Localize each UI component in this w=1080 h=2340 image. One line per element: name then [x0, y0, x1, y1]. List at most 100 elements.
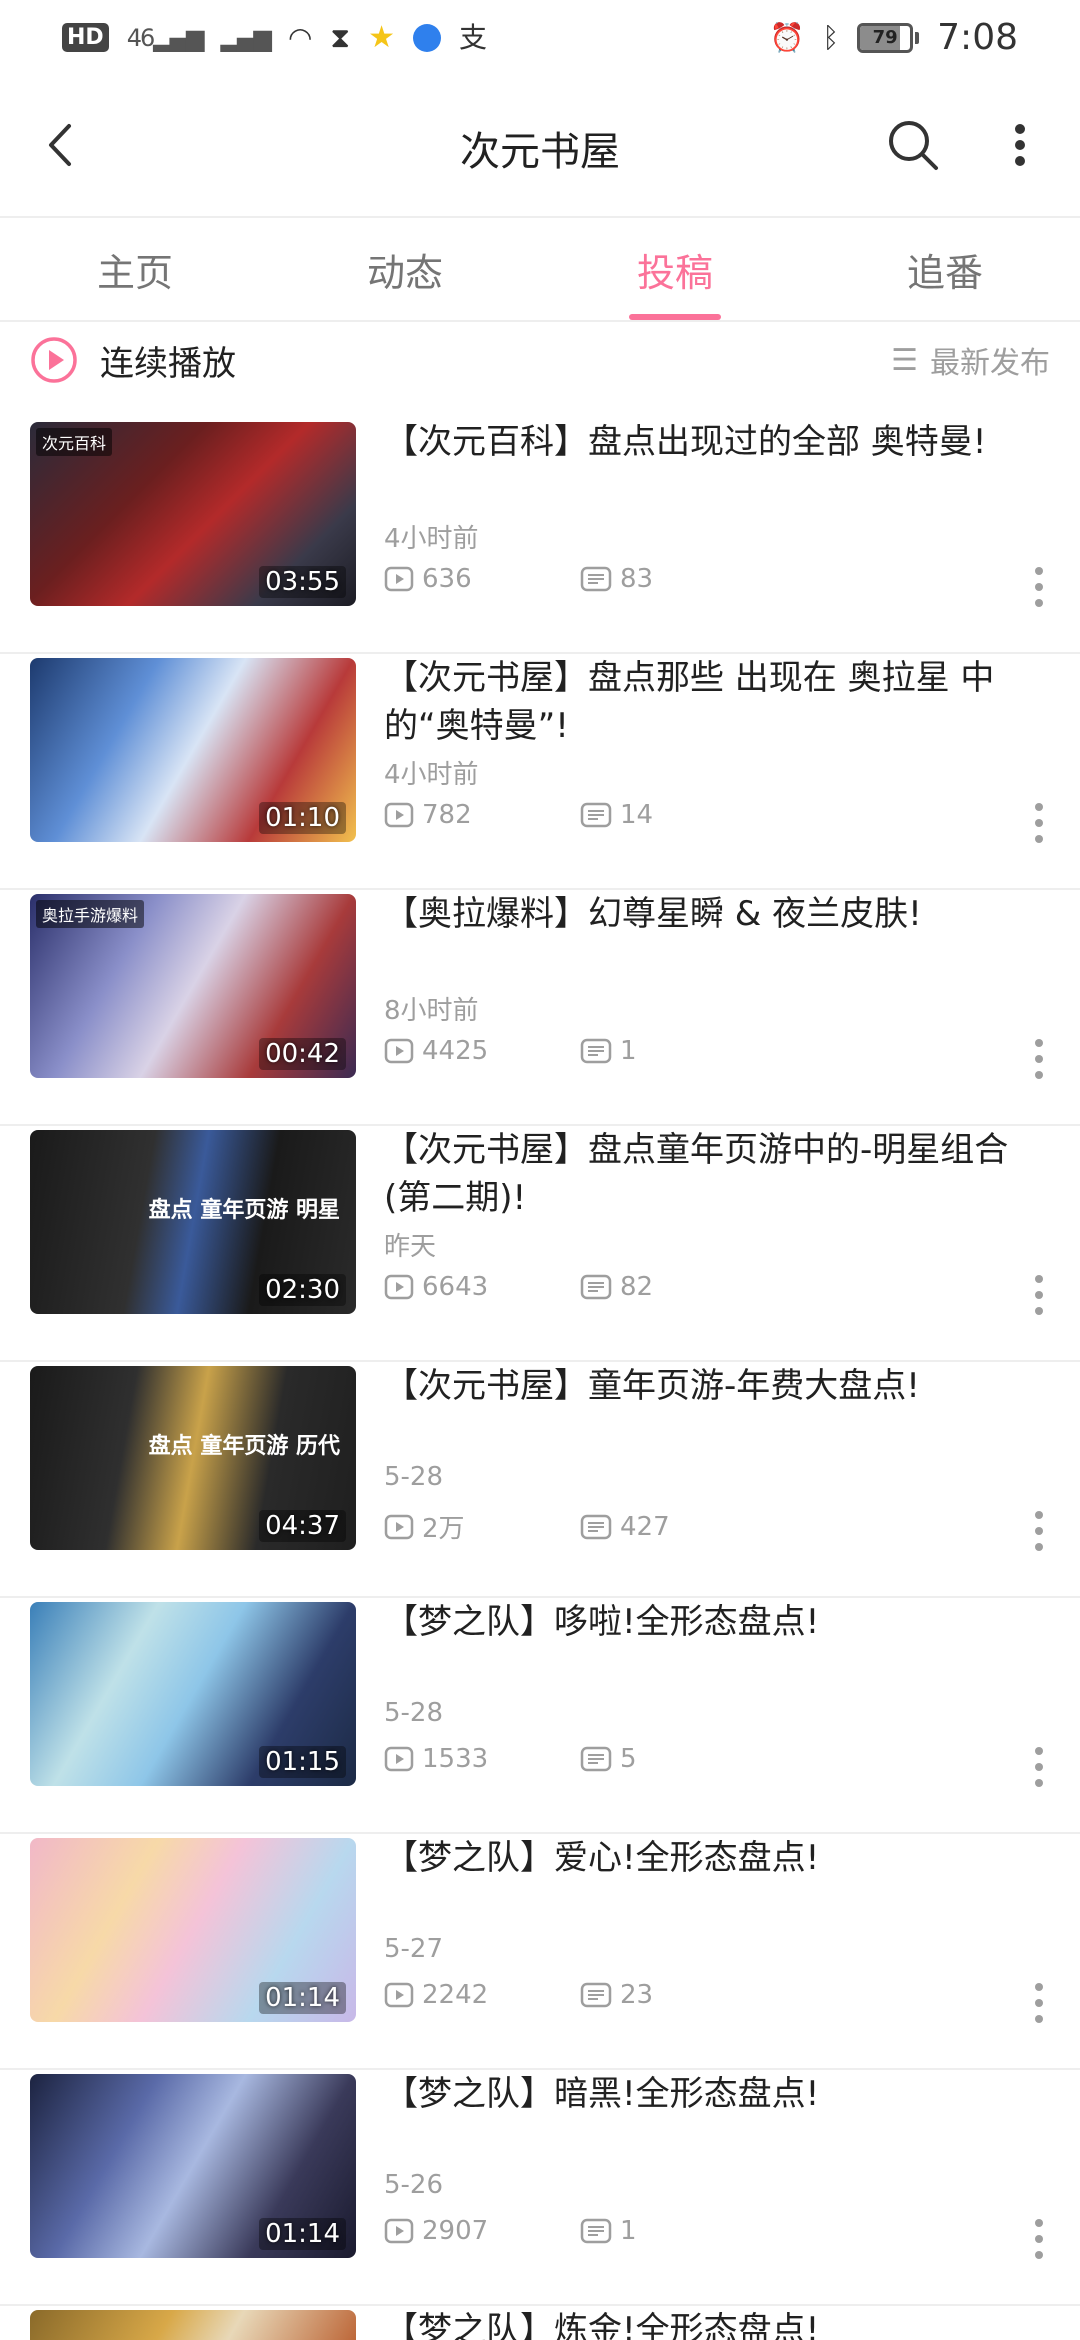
tab-dynamics[interactable]: 动态	[270, 218, 540, 320]
comment-count: 1	[580, 2216, 776, 2246]
item-more-button[interactable]	[1024, 562, 1054, 612]
video-title[interactable]: 【梦之队】哆啦!全形态盘点!	[384, 1598, 1050, 1646]
item-more-button[interactable]	[1024, 798, 1054, 848]
video-duration: 01:14	[259, 1982, 346, 2014]
video-thumbnail[interactable]: 次元百科 03:55	[30, 422, 356, 606]
video-stats: 1533 5	[384, 1744, 776, 1774]
comment-count: 1	[580, 1036, 776, 1066]
battery-icon: 79	[857, 22, 920, 53]
play-count-icon	[384, 2218, 414, 2244]
comment-count: 23	[580, 1980, 776, 2010]
comment-count: 83	[580, 564, 776, 594]
video-item[interactable]: 【梦之队】炼金!全形态盘点!	[0, 2306, 1080, 2340]
video-item[interactable]: 盘点 童年页游 历代 04:37 【次元书屋】童年页游-年费大盘点! 5-28 …	[0, 1362, 1080, 1598]
more-vertical-icon	[1035, 803, 1043, 843]
item-more-button[interactable]	[1024, 1034, 1054, 1084]
video-date: 8小时前	[384, 996, 479, 1026]
more-vertical-icon	[1035, 1275, 1043, 1315]
video-item[interactable]: 01:15 【梦之队】哆啦!全形态盘点! 5-28 1533 5	[0, 1598, 1080, 1834]
more-options-button[interactable]	[1000, 110, 1040, 180]
comment-count: 5	[580, 1744, 776, 1774]
alipay-icon: 支	[458, 20, 487, 54]
battery-level: 79	[872, 27, 898, 48]
video-item[interactable]: 奥拉手游爆料 00:42 【奥拉爆料】幻尊星瞬 & 夜兰皮肤! 8小时前 442…	[0, 890, 1080, 1126]
video-title[interactable]: 【梦之队】炼金!全形态盘点!	[384, 2306, 1050, 2340]
video-title[interactable]: 【梦之队】暗黑!全形态盘点!	[384, 2070, 1050, 2118]
hd-badge: HD	[62, 23, 109, 52]
video-title[interactable]: 【次元百科】盘点出现过的全部 奥特曼!	[384, 418, 1050, 466]
play-count-icon	[384, 1274, 414, 1300]
video-duration: 01:15	[259, 1746, 346, 1778]
item-more-button[interactable]	[1024, 1270, 1054, 1320]
video-thumbnail[interactable]	[30, 2310, 356, 2340]
video-thumbnail[interactable]: 盘点 童年页游 历代 04:37	[30, 1366, 356, 1550]
video-item[interactable]: 01:10 【次元书屋】盘点那些 出现在 奥拉星 中的“奥特曼”! 4小时前 7…	[0, 654, 1080, 890]
view-count: 2242	[384, 1980, 580, 2010]
video-date: 4小时前	[384, 760, 479, 790]
sort-dropdown[interactable]: ☰ 最新发布	[891, 338, 1050, 382]
app-header: 次元书屋	[0, 80, 1080, 218]
video-title[interactable]: 【次元书屋】童年页游-年费大盘点!	[384, 1362, 1050, 1410]
tab-home[interactable]: 主页	[0, 218, 270, 320]
view-count: 2907	[384, 2216, 580, 2246]
back-button[interactable]	[30, 110, 90, 180]
tab-submissions[interactable]: 投稿	[540, 218, 810, 320]
video-duration: 00:42	[259, 1038, 346, 1070]
search-button[interactable]	[880, 110, 946, 180]
more-vertical-icon	[1035, 567, 1043, 607]
video-stats: 782 14	[384, 800, 776, 830]
video-title[interactable]: 【奥拉爆料】幻尊星瞬 & 夜兰皮肤!	[384, 890, 1050, 938]
search-icon	[889, 121, 938, 170]
comment-icon	[580, 802, 612, 828]
play-circle-icon	[31, 337, 77, 383]
video-date: 5-28	[384, 1698, 444, 1728]
video-thumbnail[interactable]: 01:10	[30, 658, 356, 842]
video-item[interactable]: 次元百科 03:55 【次元百科】盘点出现过的全部 奥特曼! 4小时前 636 …	[0, 418, 1080, 654]
item-more-button[interactable]	[1024, 2214, 1054, 2264]
video-stats: 2万 427	[384, 1508, 776, 1545]
list-toolbar: 连续播放 ☰ 最新发布	[0, 324, 1080, 396]
clock: 7:08	[937, 17, 1018, 58]
thumbnail-tag: 次元百科	[36, 428, 113, 456]
video-thumbnail[interactable]: 盘点 童年页游 明星 02:30	[30, 1130, 356, 1314]
continuous-play-label: 连续播放	[100, 343, 236, 384]
thumbnail-caption: 盘点 童年页游 历代	[148, 1434, 340, 1459]
video-item[interactable]: 01:14 【梦之队】暗黑!全形态盘点! 5-26 2907 1	[0, 2070, 1080, 2306]
video-title[interactable]: 【次元书屋】盘点童年页游中的-明星组合(第二期)!	[384, 1126, 1050, 1222]
signal-icon-2: ▂▄▆	[220, 23, 272, 52]
video-stats: 2242 23	[384, 1980, 776, 2010]
play-count-icon	[384, 1514, 414, 1539]
video-title[interactable]: 【梦之队】爱心!全形态盘点!	[384, 1834, 1050, 1882]
alarm-icon: ⏰	[769, 20, 805, 54]
video-thumbnail[interactable]: 01:14	[30, 1838, 356, 2022]
tab-label: 投稿	[636, 250, 713, 295]
more-vertical-icon	[1035, 1039, 1043, 1079]
video-item[interactable]: 盘点 童年页游 明星 02:30 【次元书屋】盘点童年页游中的-明星组合(第二期…	[0, 1126, 1080, 1362]
video-duration: 01:10	[259, 802, 346, 834]
comment-icon	[580, 1982, 612, 2008]
video-thumbnail[interactable]: 01:14	[30, 2074, 356, 2258]
view-count: 636	[384, 564, 580, 594]
tab-label: 主页	[96, 250, 173, 295]
status-right: ⏰ ᛒ 79 7:08	[769, 17, 1018, 58]
video-date: 4小时前	[384, 524, 479, 554]
item-more-button[interactable]	[1024, 1978, 1054, 2028]
continuous-play-button[interactable]: 连续播放	[30, 336, 236, 385]
video-date: 昨天	[384, 1232, 437, 1262]
item-more-button[interactable]	[1024, 1506, 1054, 1556]
chevron-left-icon	[49, 124, 71, 166]
video-thumbnail[interactable]: 奥拉手游爆料 00:42	[30, 894, 356, 1078]
more-vertical-icon	[1035, 1983, 1043, 2023]
video-stats: 636 83	[384, 564, 776, 594]
comment-icon	[580, 1038, 612, 1064]
video-item[interactable]: 01:14 【梦之队】爱心!全形态盘点! 5-27 2242 23	[0, 1834, 1080, 2070]
item-more-button[interactable]	[1024, 1742, 1054, 1792]
more-vertical-icon	[1035, 1511, 1043, 1551]
video-list: 次元百科 03:55 【次元百科】盘点出现过的全部 奥特曼! 4小时前 636 …	[0, 418, 1080, 2340]
video-thumbnail[interactable]: 01:15	[30, 1602, 356, 1786]
tab-following-anime[interactable]: 追番	[810, 218, 1080, 320]
more-vertical-icon	[1035, 1747, 1043, 1787]
video-stats: 2907 1	[384, 2216, 776, 2246]
video-title[interactable]: 【次元书屋】盘点那些 出现在 奥拉星 中的“奥特曼”!	[384, 654, 1050, 750]
play-count-icon	[384, 566, 414, 592]
